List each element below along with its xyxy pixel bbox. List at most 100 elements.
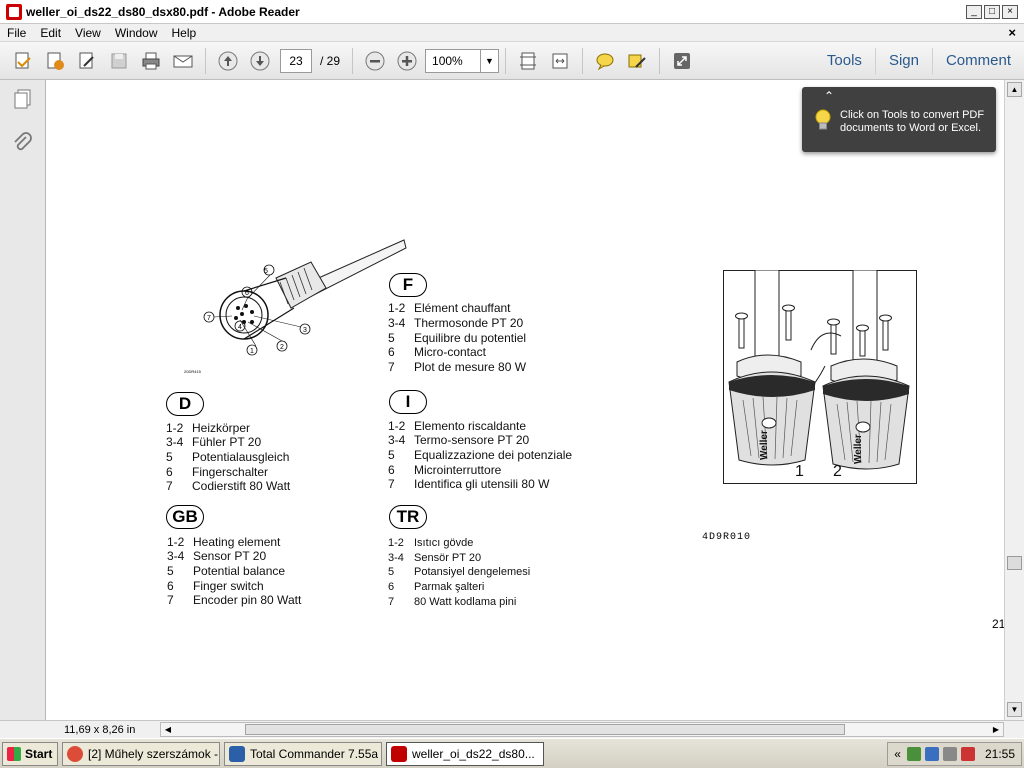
section-badge-tr: TR [389,505,427,529]
system-tray: « 21:55 [887,741,1022,766]
create-pdf-icon[interactable] [42,48,68,74]
status-bar: 11,69 x 8,26 in ◀ ▶ [0,720,1024,738]
chevron-up-icon[interactable]: ⌃ [824,89,834,103]
next-page-icon[interactable] [247,48,273,74]
tray-expand-icon[interactable]: « [894,747,901,761]
pdf-page: 5 6 7 1 2 3 4 20DR415 F 1-2 Elément chauf… [46,80,1004,720]
network-icon[interactable] [906,746,921,761]
horizontal-scroll-thumb[interactable] [245,724,845,735]
connector-label-1: 1 [250,348,254,355]
print-icon[interactable] [138,48,164,74]
close-document-icon[interactable]: × [1008,25,1016,40]
tr-item-5: 7 80 Watt kodlama pini [388,596,517,608]
gb-item-5: 7 Encoder pin 80 Watt [167,593,302,607]
minimize-button[interactable]: _ [966,4,982,19]
zoom-in-icon[interactable] [394,48,420,74]
previous-page-icon[interactable] [215,48,241,74]
scroll-left-arrow-icon[interactable]: ◀ [161,723,175,736]
i-item-5: 7 Identifica gli utensili 80 W [388,477,550,491]
section-badge-i: I [389,390,427,414]
soldering-iron-figure: Weller Weller 1 2 [723,270,917,484]
figure-code: 4D9R010 [702,532,752,543]
vertical-scroll-thumb[interactable] [1007,556,1022,570]
zoom-select[interactable]: 100% ▼ [425,48,500,73]
edit-pdf-icon[interactable] [74,48,100,74]
toolbar-separator [582,47,584,74]
toolbar-right-links: Tools Sign Comment [814,42,1024,79]
close-button[interactable]: × [1002,4,1018,19]
d-item-1: 1-2 Heizkörper [166,421,251,435]
connector-code: 20DR415 [184,369,202,374]
comment-bubble-icon[interactable] [592,48,618,74]
tr-item-1: 1-2 Isıtıcı gövde [388,537,474,549]
menu-edit[interactable]: Edit [33,26,68,40]
sign-link[interactable]: Sign [874,47,932,74]
open-file-icon[interactable] [10,48,36,74]
scroll-right-arrow-icon[interactable]: ▶ [989,723,1003,736]
scroll-up-arrow-icon[interactable]: ▲ [1007,82,1022,97]
page-number-input[interactable]: 23 [280,48,312,73]
i-item-4: 6 Microinterruttore [388,463,502,477]
tr-item-2: 3-4 Sensör PT 20 [388,552,482,564]
windows-flag-icon [7,746,21,761]
brand-label-left: Weller [759,430,770,460]
connector-label-3: 3 [303,327,307,334]
page-size: 11,69 x 8,26 in [64,723,136,736]
gb-item-4: 6 Finger switch [167,579,264,593]
security-icon[interactable] [960,746,975,761]
task-adobe-reader[interactable]: weller_oi_ds22_ds80... [386,741,544,766]
chrome-icon [67,745,83,762]
start-button[interactable]: Start [2,741,58,766]
chevron-down-icon[interactable]: ▼ [480,49,498,72]
maximize-button[interactable]: □ [984,4,1000,19]
fit-width-icon[interactable] [547,48,573,74]
comment-link[interactable]: Comment [931,47,1024,74]
attachments-paperclip-icon[interactable] [12,132,34,154]
document-view[interactable]: 5 6 7 1 2 3 4 20DR415 F 1-2 Elément chauf… [46,80,1004,720]
d-item-3: 5 Potentialausgleich [166,450,290,464]
fit-page-icon[interactable] [515,48,541,74]
tools-tooltip: ⌃ Click on Tools to convert PDF document… [802,87,996,152]
highlight-icon[interactable] [624,48,650,74]
menu-file[interactable]: File [0,26,33,40]
section-badge-d: D [166,392,204,416]
connector-drawing: 5 6 7 1 2 3 4 20DR415 [184,239,407,374]
gb-item-2: 3-4 Sensor PT 20 [167,549,267,563]
f-item-4: 6 Micro-contact [388,345,487,359]
vertical-scrollbar[interactable]: ▲ ▼ [1004,80,1024,720]
toolbar: 23 / 29 100% ▼ Tools Sign Comment [0,42,1024,80]
total-commander-icon [229,745,245,762]
scroll-down-arrow-icon[interactable]: ▼ [1007,702,1022,717]
save-icon[interactable] [106,48,132,74]
tools-link[interactable]: Tools [814,48,875,74]
window-controls: _ □ × [966,4,1018,19]
d-item-5: 7 Codierstift 80 Watt [166,479,291,493]
horizontal-scrollbar[interactable]: ◀ ▶ [160,722,1004,737]
i-item-1: 1-2 Elemento riscaldante [388,419,527,433]
expand-icon[interactable] [669,48,695,74]
menu-help[interactable]: Help [165,26,204,40]
zoom-out-icon[interactable] [362,48,388,74]
i-item-3: 5 Equalizzazione dei potenziale [388,448,573,462]
title-bar: weller_oi_ds22_ds80_dsx80.pdf - Adobe Re… [0,0,1024,24]
menu-window[interactable]: Window [108,26,165,40]
connector-label-7: 7 [207,315,211,322]
gb-item-3: 5 Potential balance [167,564,286,578]
toolbar-separator [205,47,206,74]
taskbar: Start [2] Műhely szerszámok - ... Total … [0,738,1024,768]
pdf-task-icon [391,745,407,762]
page-total: / 29 [320,53,341,68]
section-badge-f: F [389,273,427,297]
pages-icon[interactable] [12,88,34,110]
task-browser[interactable]: [2] Műhely szerszámok - ... [62,741,220,766]
email-icon[interactable] [170,48,196,74]
f-item-1: 1-2 Elément chauffant [388,301,511,315]
window-title: weller_oi_ds22_ds80_dsx80.pdf - Adobe Re… [26,4,300,19]
task-total-commander[interactable]: Total Commander 7.55a ... [224,741,382,766]
volume-icon[interactable] [924,746,939,761]
menu-view[interactable]: View [68,26,108,40]
f-item-3: 5 Equilibre du potentiel [388,331,527,345]
figure-label-2: 2 [833,463,842,480]
tray-app-icon[interactable] [942,746,957,761]
menu-bar: File Edit View Window Help × [0,24,1024,42]
